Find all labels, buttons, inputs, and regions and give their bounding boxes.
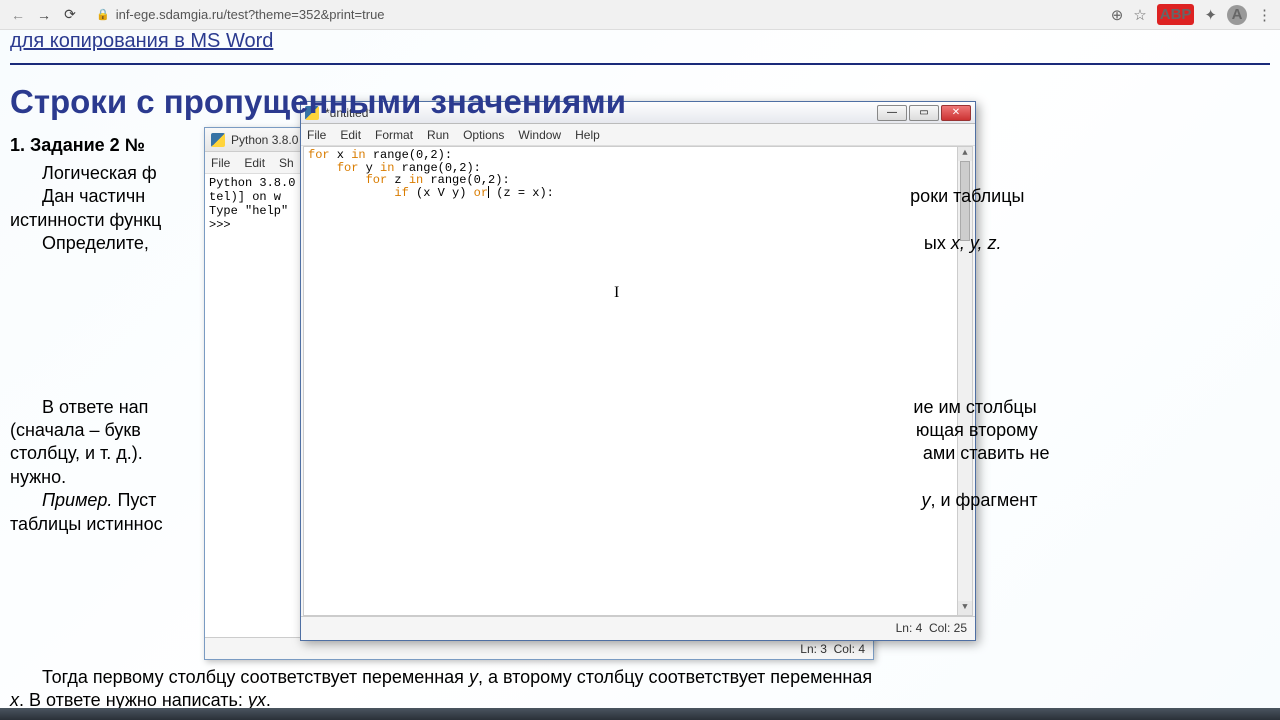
adblock-icon[interactable]: ABP bbox=[1157, 4, 1195, 25]
forward-button[interactable]: → bbox=[34, 5, 54, 25]
zoom-icon[interactable]: ⊕ bbox=[1111, 6, 1124, 24]
extensions-icon[interactable]: ✦ bbox=[1204, 6, 1217, 24]
page-link[interactable]: для копирования в MS Word bbox=[10, 30, 273, 52]
reload-button[interactable]: ⟳ bbox=[60, 5, 80, 25]
task-body-2: В ответе нап ие им столбцы (сначала – бу… bbox=[10, 396, 1270, 536]
back-button[interactable]: ← bbox=[8, 5, 28, 25]
page-content: для копирования в MS Word Строки с пропу… bbox=[0, 30, 1280, 708]
taskbar[interactable] bbox=[0, 708, 1280, 720]
task-body: Логическая ф Дан частичн роки таблицы ис… bbox=[10, 162, 1270, 256]
task-body-3: Тогда первому столбцу соответствует пере… bbox=[10, 666, 1270, 708]
profile-avatar[interactable]: A bbox=[1227, 5, 1247, 25]
task-heading: 1. Задание 2 № bbox=[10, 135, 1270, 156]
menu-icon[interactable]: ⋮ bbox=[1257, 6, 1272, 24]
browser-toolbar: ← → ⟳ 🔒 inf-ege.sdamgia.ru/test?theme=35… bbox=[0, 0, 1280, 30]
url-text: inf-ege.sdamgia.ru/test?theme=352&print=… bbox=[116, 7, 385, 22]
address-bar[interactable]: 🔒 inf-ege.sdamgia.ru/test?theme=352&prin… bbox=[96, 7, 1101, 22]
divider bbox=[10, 63, 1270, 65]
lock-icon: 🔒 bbox=[96, 8, 110, 21]
bookmark-icon[interactable]: ☆ bbox=[1133, 6, 1146, 24]
page-title: Строки с пропущенными значениями bbox=[10, 83, 1270, 121]
